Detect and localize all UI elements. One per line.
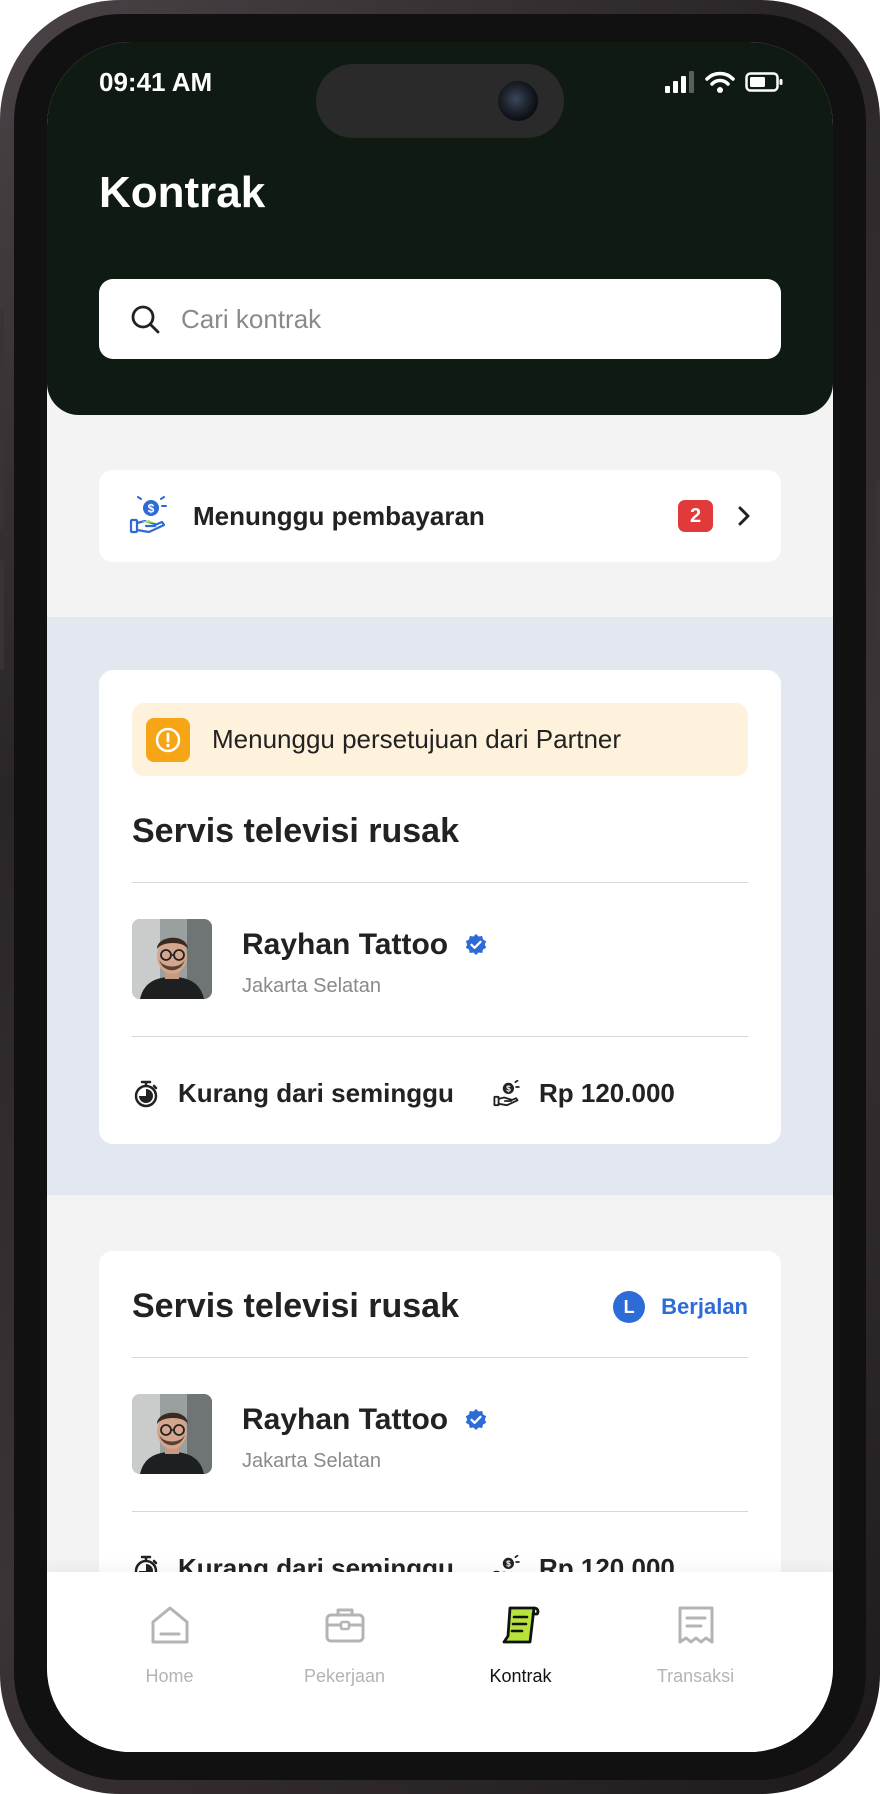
duration-info: Kurang dari seminggu — [132, 1078, 454, 1109]
partner-name: Rayhan Tattoo — [242, 928, 488, 962]
avatar — [132, 919, 212, 999]
nav-kontrak-label: Kontrak — [489, 1666, 552, 1686]
contract-icon — [500, 1604, 542, 1646]
battery-icon — [745, 71, 783, 98]
hand-coin-icon: $ — [493, 1079, 521, 1108]
search-bar[interactable] — [99, 279, 781, 359]
nav-pekerjaan-label: Pekerjaan — [303, 1666, 386, 1686]
nav-transaksi[interactable]: Transaksi — [608, 1572, 783, 1702]
contract-title: Servis televisi rusak — [132, 812, 460, 850]
waiting-payment-row[interactable]: $ Menunggu pembayaran 2 — [99, 470, 781, 562]
app-screen: 09:41 AM Kontrak Cari kontrak $ Menunggu… — [47, 42, 833, 1752]
volume-down-button — [0, 560, 4, 670]
divider — [132, 1357, 748, 1358]
alert-text: Menunggu persetujuan dari Partner — [212, 724, 622, 754]
wifi-icon — [705, 71, 735, 98]
power-button — [876, 480, 880, 650]
partner-name-text: Rayhan Tattoo — [242, 928, 449, 961]
search-input[interactable] — [179, 302, 743, 336]
dynamic-island — [316, 64, 564, 138]
status-time: 09:41 AM — [99, 67, 213, 97]
partner-location: Jakarta Selatan — [242, 975, 381, 997]
partner-name-text: Rayhan Tattoo — [242, 1403, 449, 1436]
nav-home-label: Home — [145, 1666, 194, 1686]
warning-icon — [146, 717, 190, 762]
nav-kontrak[interactable]: Kontrak — [433, 1572, 608, 1702]
approval-alert: Menunggu persetujuan dari Partner — [132, 703, 748, 776]
svg-text:$: $ — [506, 1558, 511, 1568]
waiting-payment-label: Menunggu pembayaran — [193, 500, 485, 531]
signal-icon — [665, 70, 695, 98]
contract-card[interactable]: Menunggu persetujuan dari Partner Servis… — [99, 670, 781, 1144]
divider — [132, 1036, 748, 1037]
camera-icon — [498, 81, 538, 121]
bottom-nav: Home Pekerjaan Kontrak Transaksi — [47, 1572, 833, 1752]
payment-count-badge: 2 — [678, 500, 713, 532]
avatar — [132, 1394, 212, 1474]
partner-name: Rayhan Tattoo — [242, 1403, 488, 1437]
nav-pekerjaan[interactable]: Pekerjaan — [257, 1572, 432, 1702]
nav-transaksi-label: Transaksi — [656, 1666, 735, 1686]
stopwatch-icon — [132, 1080, 160, 1108]
divider — [132, 1511, 748, 1512]
svg-text:$: $ — [506, 1083, 511, 1093]
home-icon — [149, 1604, 191, 1646]
status-initial: L — [613, 1291, 646, 1323]
divider — [132, 882, 748, 883]
phone-frame: 09:41 AM Kontrak Cari kontrak $ Menunggu… — [0, 0, 880, 1794]
volume-up-button — [0, 420, 4, 530]
mute-switch — [0, 310, 4, 370]
status-icons — [665, 70, 783, 98]
search-icon — [129, 303, 161, 335]
verified-badge-icon — [464, 1408, 488, 1432]
page-title: Kontrak — [99, 168, 266, 217]
price-info: $ Rp 120.000 — [493, 1078, 675, 1109]
chevron-right-icon — [735, 504, 753, 528]
price-text: Rp 120.000 — [539, 1078, 675, 1108]
svg-text:$: $ — [148, 502, 155, 516]
contract-title: Servis televisi rusak — [132, 1287, 460, 1325]
briefcase-icon — [324, 1604, 366, 1646]
nav-home[interactable]: Home — [82, 1572, 257, 1702]
hand-coin-icon: $ — [129, 496, 169, 536]
status-label: Berjalan — [661, 1294, 748, 1319]
receipt-icon — [675, 1604, 717, 1646]
verified-badge-icon — [464, 933, 488, 957]
status-badge: L Berjalan — [613, 1291, 748, 1323]
partner-location: Jakarta Selatan — [242, 1450, 381, 1472]
header: 09:41 AM Kontrak Cari kontrak — [47, 42, 833, 415]
duration-text: Kurang dari seminggu — [178, 1078, 454, 1108]
